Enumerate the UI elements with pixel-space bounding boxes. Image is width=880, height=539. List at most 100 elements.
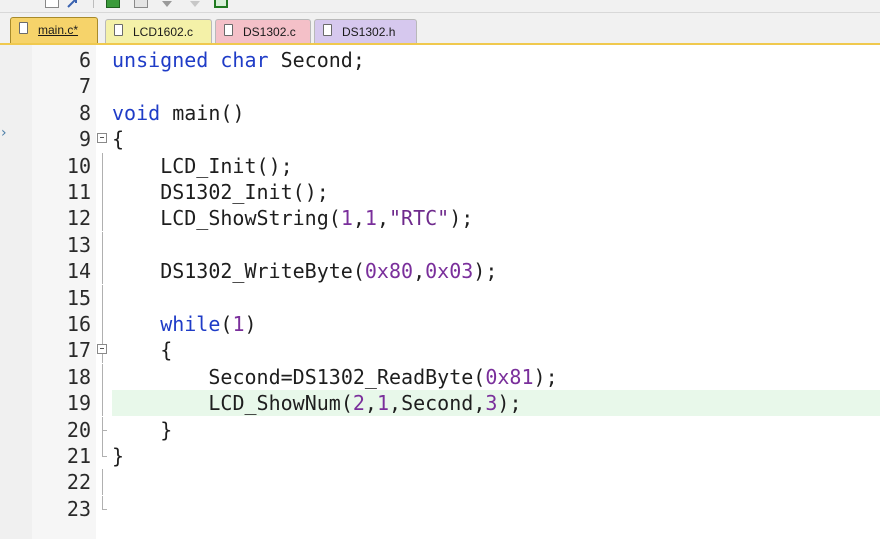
code-line[interactable]: 9{ [0, 126, 880, 152]
code-text[interactable] [112, 496, 880, 522]
fold-marker [96, 285, 110, 311]
line-number: 14 [66, 259, 91, 283]
fold-guide [102, 285, 103, 311]
code-line[interactable]: 12 LCD_ShowString(1,1,"RTC"); [0, 205, 880, 231]
start-debug-icon[interactable] [214, 0, 228, 8]
code-line[interactable]: 22 [0, 469, 880, 495]
code-line[interactable]: 7 [0, 73, 880, 99]
fold-marker [96, 496, 110, 522]
fold-marker [96, 179, 110, 205]
code-text[interactable]: LCD_ShowNum(2,1,Second,3); [112, 390, 880, 416]
fold-marker [96, 258, 110, 284]
fold-guide [102, 258, 103, 284]
code-text[interactable]: } [112, 417, 880, 443]
fold-end [102, 509, 107, 510]
code-line[interactable]: 23 [0, 496, 880, 522]
code-line[interactable]: 10 LCD_Init(); [0, 153, 880, 179]
code-line[interactable]: 11 DS1302_Init(); [0, 179, 880, 205]
line-number: 13 [66, 233, 91, 257]
line-number: 16 [66, 312, 91, 336]
tab-label: DS1302.c [243, 25, 296, 39]
code-line[interactable]: 17 { [0, 337, 880, 363]
code-line[interactable]: 19 LCD_ShowNum(2,1,Second,3); [0, 390, 880, 416]
build-icon[interactable] [66, 0, 80, 8]
fold-marker [96, 205, 110, 231]
file-icon [19, 22, 28, 34]
code-line[interactable]: 20 } [0, 417, 880, 443]
fold-marker[interactable] [96, 126, 110, 152]
code-line[interactable]: 13 [0, 232, 880, 258]
fold-guide [102, 496, 103, 510]
collapse-icon[interactable] [97, 344, 107, 354]
line-number: 8 [78, 101, 91, 125]
code-text[interactable]: DS1302_WriteByte(0x80,0x03); [112, 258, 880, 284]
line-number: 15 [66, 286, 91, 310]
line-number: 11 [66, 180, 91, 204]
code-text[interactable]: { [112, 126, 880, 152]
download-icon[interactable] [134, 0, 148, 8]
fold-guide [102, 179, 103, 205]
file-icon [323, 24, 332, 36]
line-number: 19 [66, 391, 91, 415]
collapse-icon[interactable] [97, 133, 107, 143]
fold-guide [102, 311, 103, 337]
line-number: 7 [78, 74, 91, 98]
fold-marker [96, 390, 110, 416]
code-line[interactable]: 8 void main() [0, 100, 880, 126]
code-text[interactable] [112, 469, 880, 495]
line-number: 18 [66, 365, 91, 389]
fold-guide [102, 390, 103, 416]
file-tab-bar: main.c* LCD1602.c DS1302.c DS1302.h [0, 13, 880, 45]
code-editor[interactable]: 6 unsigned char Second; 7 8 void main() 9{10 … [0, 45, 880, 539]
tab-label: LCD1602.c [133, 25, 194, 39]
toolbar-separator [93, 0, 94, 8]
fold-marker [96, 417, 110, 443]
code-line[interactable]: 16 while(1) [0, 311, 880, 337]
code-line[interactable]: 14 DS1302_WriteByte(0x80,0x03); [0, 258, 880, 284]
code-text[interactable]: while(1) [112, 311, 880, 337]
code-text[interactable]: LCD_Init(); [112, 153, 880, 179]
options-icon[interactable] [160, 0, 174, 8]
tab-main-c[interactable]: main.c* [10, 17, 98, 43]
line-number: 12 [66, 206, 91, 230]
fold-guide [102, 364, 103, 390]
code-text[interactable]: DS1302_Init(); [112, 179, 880, 205]
debug-icon[interactable] [188, 0, 202, 8]
tab-ds1302-h[interactable]: DS1302.h [314, 19, 417, 43]
file-icon [114, 24, 123, 36]
line-number: 9 [78, 127, 91, 151]
rebuild-icon[interactable] [106, 0, 120, 8]
fold-marker [96, 364, 110, 390]
code-text[interactable]: LCD_ShowString(1,1,"RTC"); [112, 205, 880, 231]
code-text[interactable]: unsigned char Second; [112, 47, 880, 73]
code-text[interactable]: { [112, 337, 880, 363]
fold-end [102, 430, 107, 431]
fold-guide [102, 443, 103, 457]
fold-marker [96, 311, 110, 337]
line-number: 22 [66, 470, 91, 494]
tab-lcd1602-c[interactable]: LCD1602.c [105, 19, 212, 43]
line-number: 10 [66, 154, 91, 178]
fold-marker [96, 153, 110, 179]
code-text[interactable]: void main() [112, 100, 880, 126]
tab-label: DS1302.h [342, 25, 396, 39]
code-line[interactable]: 15 [0, 285, 880, 311]
fold-marker[interactable] [96, 337, 110, 363]
fold-end [102, 456, 107, 457]
line-number: 17 [66, 338, 91, 362]
tab-ds1302-c[interactable]: DS1302.c [215, 19, 311, 43]
code-text[interactable]: } [112, 443, 880, 469]
fold-marker [96, 232, 110, 258]
checkbox-icon[interactable] [45, 0, 59, 8]
code-text[interactable] [112, 232, 880, 258]
code-text[interactable] [112, 285, 880, 311]
code-text[interactable] [112, 73, 880, 99]
fold-marker [96, 73, 110, 99]
code-line[interactable]: 6 unsigned char Second; [0, 47, 880, 73]
file-icon [224, 24, 233, 36]
fold-guide [102, 153, 103, 179]
code-line[interactable]: 21} [0, 443, 880, 469]
fold-marker [96, 47, 110, 73]
code-line[interactable]: 18 Second=DS1302_ReadByte(0x81); [0, 364, 880, 390]
code-text[interactable]: Second=DS1302_ReadByte(0x81); [112, 364, 880, 390]
